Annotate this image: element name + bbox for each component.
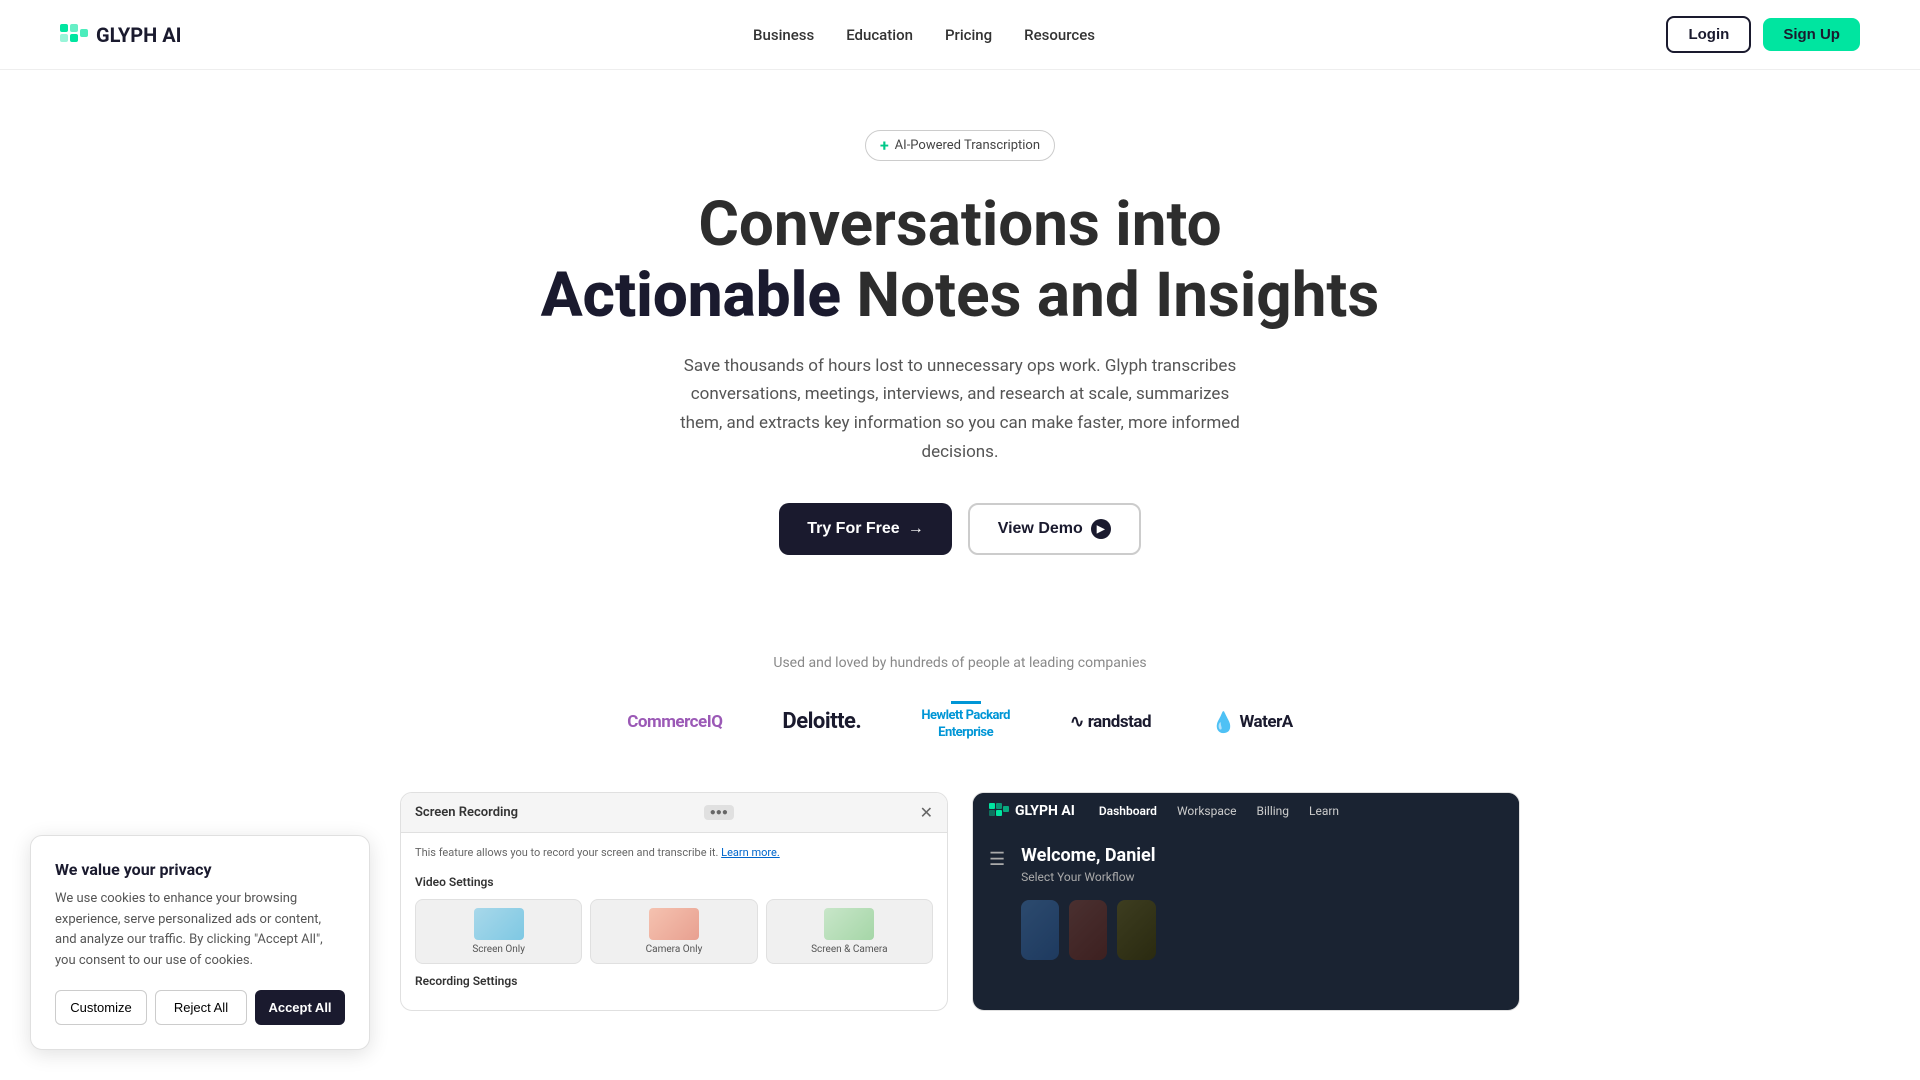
hero-title: Conversations into Actionable Notes and … <box>541 189 1380 332</box>
workflow-card-3[interactable] <box>1117 900 1155 960</box>
select-workflow-text: Select Your Workflow <box>1021 870 1155 884</box>
badge-plus-icon: + <box>880 136 889 155</box>
view-demo-label: View Demo <box>998 520 1083 538</box>
screen-rec-desc: This feature allows you to record your s… <box>415 845 933 862</box>
screen-only-label: Screen Only <box>472 944 525 955</box>
logo-text: GLYPH AI <box>96 23 182 47</box>
dashboard-links: Dashboard Workspace Billing Learn <box>1099 804 1339 818</box>
arrow-icon: → <box>908 520 924 538</box>
dashboard-body: ☰ Welcome, Daniel Select Your Workflow <box>973 829 1519 976</box>
dashboard-link-dashboard[interactable]: Dashboard <box>1099 804 1157 818</box>
companies-logos: CommerceIQ Deloitte. Hewlett Packard Ent… <box>40 701 1880 742</box>
company-commerceiq: CommerceIQ <box>627 712 722 732</box>
accept-all-button[interactable]: Accept All <box>255 990 345 1025</box>
close-icon[interactable]: ✕ <box>920 803 933 822</box>
login-button[interactable]: Login <box>1666 16 1751 53</box>
companies-label: Used and loved by hundreds of people at … <box>40 655 1880 671</box>
workflow-cards <box>1021 900 1155 960</box>
badge-text: AI-Powered Transcription <box>895 138 1040 153</box>
screen-camera-option[interactable]: Screen & Camera <box>766 899 933 964</box>
water-icon: 💧 <box>1211 710 1235 734</box>
navbar: GLYPH AI Business Education Pricing Reso… <box>0 0 1920 70</box>
dashboard-link-learn[interactable]: Learn <box>1309 804 1339 818</box>
cookie-banner: We value your privacy We use cookies to … <box>30 835 370 1050</box>
cookie-text: We use cookies to enhance your browsing … <box>55 889 345 972</box>
company-water: 💧WaterA <box>1211 710 1293 734</box>
welcome-text: Welcome, Daniel <box>1021 845 1155 866</box>
signup-button[interactable]: Sign Up <box>1763 18 1860 51</box>
hero-buttons: Try For Free → View Demo ▶ <box>779 503 1141 555</box>
sidebar-toggle-icon[interactable]: ☰ <box>989 845 1005 960</box>
cookie-title: We value your privacy <box>55 860 345 879</box>
hero-title-line1: Conversations into <box>698 188 1221 261</box>
dashboard-logo-icon <box>989 803 1009 819</box>
company-randstad: ∿ randstad <box>1070 712 1151 732</box>
screen-camera-label: Screen & Camera <box>811 944 887 955</box>
hero-subtitle: Save thousands of hours lost to unnecess… <box>680 352 1240 468</box>
play-icon: ▶ <box>1091 519 1111 539</box>
screen-rec-body: This feature allows you to record your s… <box>401 833 947 1011</box>
screenshot-left: Screen Recording ●●● ✕ This feature allo… <box>400 792 948 1012</box>
customize-button[interactable]: Customize <box>55 990 147 1025</box>
nav-actions: Login Sign Up <box>1666 16 1860 53</box>
company-deloitte: Deloitte. <box>782 709 861 734</box>
screen-rec-title: Screen Recording <box>415 805 518 820</box>
camera-only-label: Camera Only <box>646 944 703 955</box>
workflow-card-1[interactable] <box>1021 900 1059 960</box>
hero-title-rest: Notes and Insights <box>841 259 1379 332</box>
dashboard-logo: GLYPH AI <box>989 803 1075 819</box>
recording-settings-label: Recording Settings <box>415 974 933 988</box>
camera-only-option[interactable]: Camera Only <box>590 899 757 964</box>
screenshot-right: GLYPH AI Dashboard Workspace Billing Lea… <box>972 792 1520 1012</box>
dashboard-logo-text: GLYPH AI <box>1015 803 1075 819</box>
logo-icon <box>60 24 88 46</box>
nav-link-pricing[interactable]: Pricing <box>945 26 992 44</box>
cookie-buttons: Customize Reject All Accept All <box>55 990 345 1025</box>
try-free-label: Try For Free <box>807 520 899 538</box>
try-free-button[interactable]: Try For Free → <box>779 503 951 555</box>
screenshots-section: Screen Recording ●●● ✕ This feature allo… <box>360 792 1560 1012</box>
companies-section: Used and loved by hundreds of people at … <box>0 655 1920 792</box>
hero-badge: + AI-Powered Transcription <box>865 130 1055 161</box>
video-options: Screen Only Camera Only Screen & Camera <box>415 899 933 964</box>
workflow-card-2[interactable] <box>1069 900 1107 960</box>
nav-link-education[interactable]: Education <box>846 26 913 44</box>
screen-only-option[interactable]: Screen Only <box>415 899 582 964</box>
view-demo-button[interactable]: View Demo ▶ <box>968 503 1141 555</box>
rec-badge: ●●● <box>704 805 734 820</box>
nav-link-business[interactable]: Business <box>753 26 814 44</box>
hero-section: + AI-Powered Transcription Conversations… <box>0 70 1920 655</box>
nav-link-resources[interactable]: Resources <box>1024 26 1095 44</box>
hero-title-bold: Actionable <box>541 259 841 332</box>
logo[interactable]: GLYPH AI <box>60 23 182 47</box>
learn-more-link[interactable]: Learn more. <box>721 846 780 859</box>
screen-rec-header: Screen Recording ●●● ✕ <box>401 793 947 833</box>
nav-links: Business Education Pricing Resources <box>753 26 1095 44</box>
video-settings-label: Video Settings <box>415 875 933 889</box>
dashboard-nav: GLYPH AI Dashboard Workspace Billing Lea… <box>973 793 1519 829</box>
dashboard-link-workspace[interactable]: Workspace <box>1177 804 1237 818</box>
company-hp: Hewlett Packard Enterprise <box>921 701 1010 742</box>
dashboard-link-billing[interactable]: Billing <box>1257 804 1290 818</box>
reject-all-button[interactable]: Reject All <box>155 990 247 1025</box>
